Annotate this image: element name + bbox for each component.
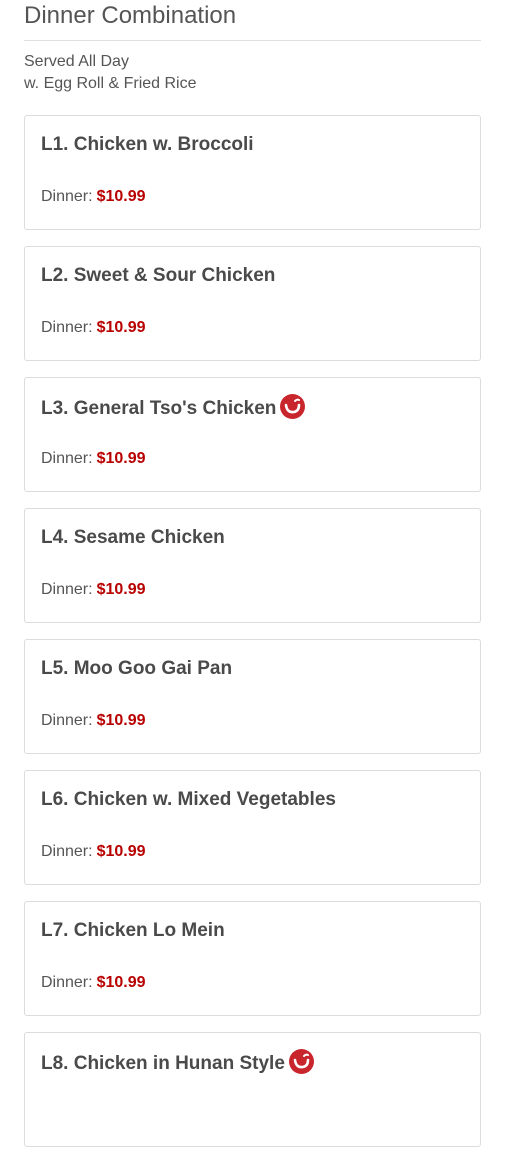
menu-item-price-row: Dinner: $10.99 [41, 319, 146, 337]
section-subtitle: Served All Day w. Egg Roll & Fried Rice [24, 51, 197, 95]
menu-item-price: $10.99 [96, 843, 146, 860]
menu-item-price: $10.99 [96, 581, 146, 598]
price-label: Dinner: [41, 712, 93, 729]
price-label: Dinner: [41, 188, 93, 205]
price-label: Dinner: [41, 974, 93, 991]
menu-item-price: $10.99 [96, 450, 146, 467]
spicy-pepper-icon [280, 394, 306, 419]
menu-item-price: $10.99 [96, 974, 146, 991]
menu-item-card[interactable]: L2. Sweet & Sour Chicken Dinner: $10.99 [24, 246, 481, 361]
menu-item-card[interactable]: L1. Chicken w. Broccoli Dinner: $10.99 [24, 115, 481, 230]
menu-item-name: L7. Chicken Lo Mein [41, 920, 225, 941]
price-label: Dinner: [41, 450, 93, 467]
section-title: Dinner Combination [24, 2, 237, 29]
price-label: Dinner: [41, 581, 93, 598]
menu-item-card[interactable]: L7. Chicken Lo Mein Dinner: $10.99 [24, 901, 481, 1016]
subtitle-served-all-day: Served All Day [24, 53, 129, 70]
menu-item-name: L5. Moo Goo Gai Pan [41, 658, 233, 679]
menu-item-name: L8. Chicken in Hunan Style [41, 1049, 314, 1076]
spicy-pepper-icon [288, 1049, 314, 1074]
menu-item-price: $10.99 [96, 319, 146, 336]
menu-item-price-row: Dinner: $10.99 [41, 712, 146, 730]
menu-item-name: L4. Sesame Chicken [41, 527, 225, 548]
menu-item-name: L2. Sweet & Sour Chicken [41, 265, 276, 286]
menu-item-card[interactable]: L5. Moo Goo Gai Pan Dinner: $10.99 [24, 639, 481, 754]
menu-item-price: $10.99 [96, 188, 146, 205]
subtitle-includes: w. Egg Roll & Fried Rice [24, 75, 197, 92]
price-label: Dinner: [41, 319, 93, 336]
section-divider [24, 40, 481, 41]
menu-item-card[interactable]: L3. General Tso's Chicken Dinner: $10.99 [24, 377, 481, 492]
menu-item-price-row: Dinner: $10.99 [41, 188, 146, 206]
menu-item-price-row: Dinner: $10.99 [41, 843, 146, 861]
menu-item-card[interactable]: L4. Sesame Chicken Dinner: $10.99 [24, 508, 481, 623]
menu-item-name: L1. Chicken w. Broccoli [41, 134, 254, 155]
menu-item-price-row: Dinner: $10.99 [41, 450, 146, 468]
price-label: Dinner: [41, 843, 93, 860]
menu-item-price-row: Dinner: $10.99 [41, 581, 146, 599]
menu-item-card[interactable]: L6. Chicken w. Mixed Vegetables Dinner: $… [24, 770, 481, 885]
menu-item-price: $10.99 [96, 712, 146, 729]
menu-item-card[interactable]: L8. Chicken in Hunan Style [24, 1032, 481, 1147]
menu-item-name: L6. Chicken w. Mixed Vegetables [41, 789, 336, 810]
menu-item-name: L3. General Tso's Chicken [41, 394, 306, 421]
menu-item-price-row: Dinner: $10.99 [41, 974, 146, 992]
menu-item-list: L1. Chicken w. Broccoli Dinner: $10.99 L2… [24, 115, 481, 1163]
